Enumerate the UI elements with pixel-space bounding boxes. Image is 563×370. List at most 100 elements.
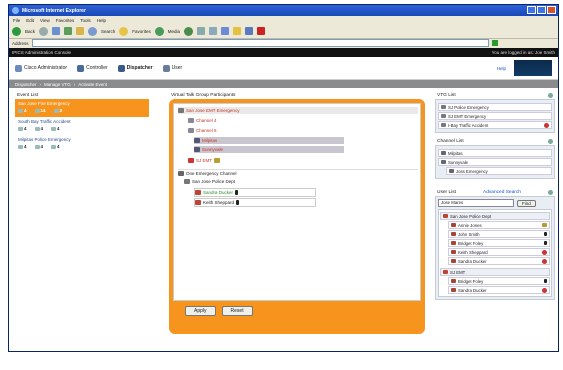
event-name: San Jose Fire Emergency — [18, 101, 70, 106]
collapse-icon[interactable] — [548, 93, 553, 98]
ie-logo-icon — [12, 7, 19, 14]
edit-icon[interactable] — [221, 27, 230, 35]
collapse-icon[interactable] — [548, 139, 553, 144]
refresh-icon[interactable] — [64, 27, 73, 35]
nav-cisco-administrator[interactable]: Cisco Administrator — [15, 64, 67, 72]
nav-user[interactable]: User — [162, 64, 182, 72]
menu-bar: File Edit View Favorites Tools Help — [9, 16, 558, 24]
tree-item[interactable]: Sandra Ducker — [194, 188, 316, 197]
user-group-row[interactable]: SJ EMT — [440, 268, 550, 276]
nav-dispatcher[interactable]: Dispatcher — [117, 64, 153, 72]
no-entry-icon — [544, 122, 549, 128]
tree-item[interactable]: Channel 6 — [188, 127, 217, 134]
favorites-star-icon[interactable] — [119, 26, 129, 36]
vtg-group-row[interactable]: San Jose EMT Emergency — [178, 107, 418, 114]
stop-icon[interactable] — [52, 27, 61, 35]
folder-icon[interactable] — [233, 27, 242, 35]
menu-help[interactable]: Help — [97, 18, 106, 23]
list-item[interactable]: Sandra Ducker — [448, 257, 550, 265]
user-count-icon — [51, 126, 57, 131]
browser-toolbar: Back Search Favorites Media — [9, 24, 558, 39]
favorites-label[interactable]: Favorites — [132, 29, 151, 34]
vtg-group-row[interactable]: San Jose Police Dept — [184, 178, 384, 185]
back-label[interactable]: Back — [25, 29, 35, 34]
list-item[interactable]: Annie Jones — [448, 221, 550, 229]
event-item[interactable]: South Bay Traffic Accident 4 4 4 — [15, 117, 149, 135]
tree-item[interactable]: Keith Sheppard — [194, 198, 316, 207]
list-item[interactable]: John Smith — [448, 230, 550, 238]
channel-count-icon — [34, 126, 40, 131]
reset-button[interactable]: Reset — [221, 306, 253, 316]
find-button[interactable]: Find — [517, 199, 536, 207]
breadcrumb-dispatcher[interactable]: Dispatcher — [15, 82, 37, 87]
list-item[interactable]: Milpitas — [438, 149, 552, 157]
breadcrumb-manage-vtg[interactable]: Manage VTG — [44, 82, 71, 87]
menu-file[interactable]: File — [13, 18, 20, 23]
radio-channel-icon — [188, 128, 194, 133]
address-label: Address — [12, 40, 29, 46]
messenger-icon[interactable] — [257, 27, 266, 35]
vtg-icon — [441, 105, 446, 109]
word-icon[interactable] — [245, 27, 254, 35]
minimize-button[interactable] — [527, 6, 536, 14]
close-button[interactable] — [547, 6, 556, 14]
event-item[interactable]: Milpitas Police Emergency 4 4 4 — [15, 135, 149, 153]
event-item[interactable]: San Jose Fire Emergency 4 14 3 — [15, 99, 149, 117]
list-item[interactable]: Joss Emergency — [446, 167, 552, 175]
vtg-list: SJ Police Emergency SJ EMT Emergency I-B… — [435, 99, 555, 133]
radio-channel-icon — [188, 118, 194, 123]
resource-panels: VTG List SJ Police Emergency SJ EMT Emer… — [435, 92, 555, 300]
menu-view[interactable]: View — [40, 18, 50, 23]
tree-item[interactable]: SJ EMT — [188, 157, 221, 164]
tree-item[interactable]: Milpitas — [194, 137, 344, 144]
forward-arrow-icon[interactable] — [39, 26, 49, 36]
apply-button[interactable]: Apply — [185, 306, 216, 316]
maximize-button[interactable] — [537, 6, 546, 14]
menu-tools[interactable]: Tools — [80, 18, 91, 23]
vtg-list-header: VTG List — [435, 92, 555, 99]
channel-count-icon — [34, 144, 40, 149]
phone-icon — [544, 232, 547, 236]
vtg-icon — [441, 123, 446, 127]
tree-item[interactable]: Channel 4 — [188, 117, 217, 124]
menu-edit[interactable]: Edit — [26, 18, 34, 23]
no-entry-icon — [542, 249, 547, 255]
user-group-row[interactable]: San Jose Police Dept — [440, 212, 550, 220]
menu-favorites[interactable]: Favorites — [56, 18, 75, 23]
search-icon[interactable] — [88, 26, 98, 36]
tree-item[interactable]: Sunnyvale — [194, 146, 344, 153]
media-icon[interactable] — [154, 26, 164, 36]
help-link[interactable]: Help — [497, 66, 506, 71]
user-search-input[interactable]: Jose Mares — [438, 199, 514, 207]
list-item[interactable]: Bridget Foley — [448, 277, 550, 285]
vtg-participants-header: Virtual Talk Group Participants — [171, 93, 236, 98]
list-item[interactable]: Keith Sheppard — [448, 248, 550, 256]
nav-controller[interactable]: Controller — [77, 64, 108, 72]
no-entry-icon — [542, 258, 547, 264]
history-icon[interactable] — [184, 26, 194, 36]
list-item[interactable]: SJ Police Emergency — [438, 103, 552, 111]
logged-in-note: You are logged in as: Joe Smith — [491, 50, 555, 55]
collapse-icon[interactable] — [548, 190, 553, 195]
radio-channel-icon — [441, 151, 446, 155]
home-icon[interactable] — [76, 27, 85, 35]
list-item[interactable]: I-Bay Traffic Accident — [438, 121, 552, 129]
address-input[interactable] — [31, 39, 489, 47]
mail-icon[interactable] — [197, 27, 206, 35]
channel-count-icon — [34, 108, 40, 113]
vtg-group-row[interactable]: One Emergency Channel — [178, 169, 418, 177]
advanced-search-link[interactable]: Advanced Search — [483, 190, 521, 195]
media-label[interactable]: Media — [168, 29, 180, 34]
phone-icon — [544, 279, 547, 283]
list-item[interactable]: Bridget Foley — [448, 239, 550, 247]
list-item[interactable]: Sunnyvale — [438, 158, 552, 166]
user-icon — [162, 64, 170, 72]
list-item[interactable]: Sandra Ducker — [448, 286, 550, 294]
print-icon[interactable] — [209, 27, 218, 35]
channel-list-header: Channel List — [435, 138, 555, 145]
go-button[interactable] — [491, 40, 498, 46]
list-item[interactable]: SJ EMT Emergency — [438, 112, 552, 120]
search-label[interactable]: Search — [101, 29, 115, 34]
user-count-icon — [51, 144, 57, 149]
back-arrow-icon[interactable] — [12, 26, 21, 36]
